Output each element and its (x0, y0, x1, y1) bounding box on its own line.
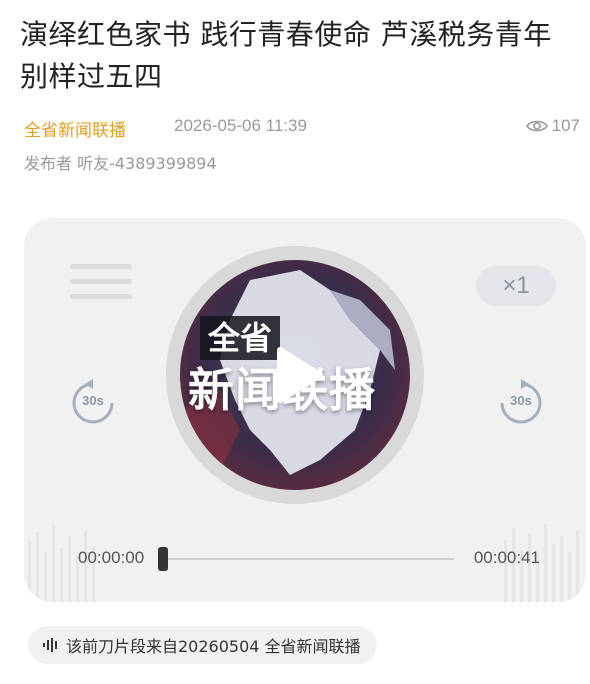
play-icon[interactable] (264, 344, 326, 406)
view-count: 107 (525, 116, 580, 136)
audio-wave-icon (43, 638, 57, 652)
total-time: 00:00:41 (473, 548, 540, 567)
cover-art: 全省 新闻联播 (180, 260, 410, 490)
audio-player: ×1 30s 30s 全省 00:00:00 00:00:41 (24, 218, 586, 602)
clip-source-note[interactable]: 该前刀片段来自20260504 全省新闻联播 (28, 626, 377, 664)
album-disc: 全省 新闻联播 (166, 246, 424, 504)
progress-handle[interactable] (158, 547, 168, 571)
playback-speed-button[interactable]: ×1 (476, 266, 556, 306)
publisher: 发布者 听友-4389399894 (24, 154, 217, 173)
article-meta: 全省新闻联播 2026-05-06 11:39 107 (24, 116, 584, 141)
skip-forward-30s-button[interactable]: 30s (496, 378, 546, 428)
publish-date: 2026-05-06 11:39 (174, 116, 307, 135)
playlist-menu-icon[interactable] (70, 264, 132, 308)
eye-icon (525, 120, 548, 132)
skip-back-30s-button[interactable]: 30s (68, 378, 118, 428)
skip-back-label: 30s (82, 393, 104, 408)
progress-bar: 00:00:00 00:00:41 (24, 544, 586, 574)
clip-source-text: 该前刀片段来自20260504 全省新闻联播 (66, 637, 361, 656)
article-title: 演绎红色家书 践行青春使命 芦溪税务青年别样过五四 (20, 18, 552, 93)
current-time: 00:00:00 (78, 548, 145, 567)
progress-track[interactable] (162, 558, 454, 560)
view-count-value: 107 (551, 116, 580, 135)
source-link[interactable]: 全省新闻联播 (24, 116, 126, 141)
skip-forward-label: 30s (510, 393, 532, 408)
